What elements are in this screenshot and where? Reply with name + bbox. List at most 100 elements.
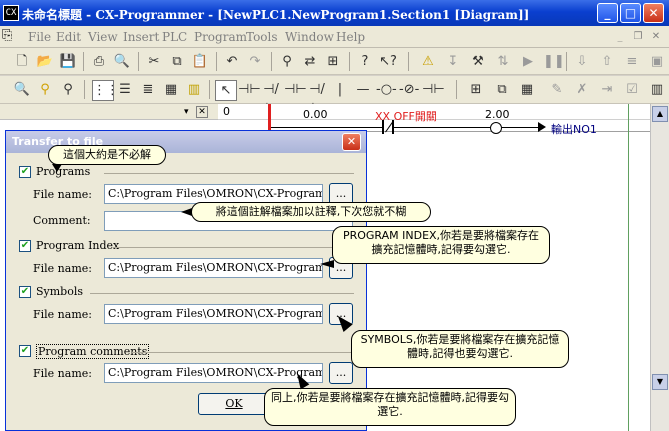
rung-icon[interactable]: ↧ (443, 52, 463, 71)
menu-edit[interactable]: Edit (56, 30, 81, 44)
program-icon[interactable]: ⊞ (466, 80, 486, 99)
programs-file-name-input[interactable]: C:\Program Files\OMRON\CX-Programmer\N (104, 184, 323, 204)
child-restore-icon[interactable]: ❐ (630, 29, 646, 44)
program-comments-checkbox[interactable]: ✔ (19, 345, 31, 357)
programs-file-name-label: File name: (33, 188, 92, 201)
zoom-in-icon[interactable]: ⚲ (35, 80, 55, 99)
calendar-icon[interactable]: ▦ (517, 80, 537, 99)
cross-reference-icon[interactable]: ⊞ (323, 52, 343, 71)
undo-icon[interactable]: ↶ (222, 52, 242, 71)
online-edit-icon[interactable]: ✎ (547, 80, 567, 99)
program-comments-file-name-label: File name: (33, 367, 92, 380)
contact-address: 0.00 (303, 108, 328, 121)
stack-icon[interactable]: ⧉ (492, 80, 512, 99)
list-icon[interactable]: ≣ (138, 80, 158, 99)
child-window-icon[interactable]: ⎘ (2, 28, 12, 43)
paste-icon[interactable]: 📋 (190, 52, 210, 71)
pane-close-icon[interactable]: ✕ (196, 106, 208, 118)
callout-program-comments: 同上,你若是要將檔案存在擴充記憶體時,記得要勾選它. (264, 388, 516, 426)
more-icon[interactable]: ▥ (647, 80, 667, 99)
help-icon[interactable]: ? (355, 52, 375, 71)
menu-tools[interactable]: Tools (246, 30, 278, 44)
run-icon[interactable]: ▶ (518, 52, 538, 71)
pane-menu-icon[interactable]: ▾ (184, 106, 194, 118)
contact-nc-icon[interactable]: ⊣/⊢ (261, 80, 281, 116)
open-icon[interactable]: 📂 (35, 52, 55, 71)
window-title: 未命名標題 - CX-Programmer - [NewPLC1.NewProg… (22, 8, 530, 22)
coil-address: 2.00 (485, 108, 510, 121)
program-index-checkbox[interactable]: ✔ (19, 240, 31, 252)
horizontal-line-icon[interactable]: — (353, 80, 373, 99)
print-preview-icon[interactable]: 🔍 (112, 52, 132, 71)
output-coil[interactable] (490, 122, 502, 134)
callout-program-index: PROGRAM INDEX,你若是要將檔案存在擴充記憶體時,記得要勾選它. (332, 226, 550, 264)
context-help-icon[interactable]: ↖? (378, 52, 398, 71)
standard-toolbar: 🗋 📂 💾 ⎙ 🔍 ✂ ⧉ 📋 ↶ ↷ ⚲ ⇄ ⊞ ? ↖? ⚠ ↧ ⚒ ⇅ ▶… (0, 48, 669, 75)
program-comments-browse-button[interactable]: ... (329, 362, 353, 384)
menu-file[interactable]: File (28, 30, 51, 44)
print-icon[interactable]: ⎙ (89, 52, 109, 71)
compare-icon[interactable]: ≡ (622, 52, 642, 71)
select-icon[interactable]: ↖ (215, 80, 237, 101)
minimize-button[interactable]: _ (597, 3, 618, 23)
program-comments-file-name-input[interactable]: C:\Program Files\OMRON\CX-Programmer\C (104, 363, 323, 383)
menu-help[interactable]: Help (336, 30, 365, 44)
contact-or-icon[interactable]: ⊣⊢ (284, 80, 307, 99)
comments-icon[interactable]: ☰ (115, 80, 135, 99)
menu-window[interactable]: Window (285, 30, 334, 44)
commit-icon[interactable]: ☑ (622, 80, 642, 99)
symbols-label: Symbols (36, 285, 84, 298)
download-icon[interactable]: ⇩ (572, 52, 592, 71)
cut-icon[interactable]: ✂ (144, 52, 164, 71)
ok-button[interactable]: OK (198, 393, 270, 415)
new-icon[interactable]: 🗋 (12, 52, 32, 71)
coil-icon[interactable]: -○- (376, 80, 397, 99)
symbols-checkbox[interactable]: ✔ (19, 286, 31, 298)
child-minimize-icon[interactable]: _ (612, 29, 628, 44)
rung-wire-3 (502, 127, 542, 128)
scroll-up-icon[interactable]: ▲ (652, 106, 668, 122)
menu-plc[interactable]: PLC (162, 30, 187, 44)
vertical-scrollbar[interactable]: ▲ ▼ (650, 104, 669, 431)
dialog-close-button[interactable]: ✕ (342, 133, 361, 151)
zoom-icon[interactable]: 🔍 (12, 80, 32, 99)
menu-program[interactable]: Program (194, 30, 247, 44)
child-close-icon[interactable]: ✕ (648, 29, 664, 44)
warning-icon[interactable]: ⚠ (418, 52, 438, 71)
online-icon[interactable]: ⇅ (493, 52, 513, 71)
program-index-file-name-input[interactable]: C:\Program Files\OMRON\CX-Programmer\P (104, 258, 323, 278)
find-icon[interactable]: ⚲ (277, 52, 297, 71)
redo-icon[interactable]: ↷ (245, 52, 265, 71)
replace-icon[interactable]: ⇄ (300, 52, 320, 71)
grid-icon[interactable]: ⋮⋮ (92, 80, 119, 101)
copy-icon[interactable]: ⧉ (167, 52, 187, 71)
upload-icon[interactable]: ⇧ (597, 52, 617, 71)
transfer-to-file-dialog: Transfer to file ✕ ✔ Programs File name:… (5, 130, 367, 431)
menu-insert[interactable]: Insert (123, 30, 159, 44)
monitor-grid-icon[interactable]: ▦ (161, 80, 181, 99)
instruction-icon[interactable]: ⊣⊢ (422, 80, 445, 99)
cancel-edit-icon[interactable]: ✗ (572, 80, 592, 99)
save-icon[interactable]: 💾 (58, 52, 78, 71)
symbols-file-name-input[interactable]: C:\Program Files\OMRON\CX-Programmer\S (104, 304, 323, 324)
programs-checkbox[interactable]: ✔ (19, 166, 31, 178)
callout-programs-tail (52, 164, 62, 172)
coil-nc-icon[interactable]: -⊘- (399, 80, 419, 99)
close-button[interactable]: ✕ (643, 3, 664, 23)
rung-wire-1 (271, 127, 382, 128)
contact-or-nc-icon[interactable]: ⊣/⊢ (307, 80, 327, 116)
scroll-down-icon[interactable]: ▼ (652, 374, 668, 390)
monitor-icon[interactable]: ▣ (647, 52, 667, 71)
menu-view[interactable]: View (88, 30, 118, 44)
vertical-line-icon[interactable]: | (330, 80, 350, 99)
maximize-button[interactable]: □ (620, 3, 641, 23)
rung-number: 0 (223, 105, 230, 118)
programs-label: Programs (36, 165, 91, 178)
zoom-out-icon[interactable]: ⚲ (58, 80, 78, 99)
contact-no-icon[interactable]: ⊣⊢ (238, 80, 261, 99)
compile-icon[interactable]: ⚒ (468, 52, 488, 71)
pause-icon[interactable]: ❚❚ (543, 52, 565, 71)
bars-icon[interactable]: ▥ (184, 80, 204, 99)
transfer-edit-icon[interactable]: ⇥ (597, 80, 617, 99)
callout-comment-tail (181, 208, 192, 216)
